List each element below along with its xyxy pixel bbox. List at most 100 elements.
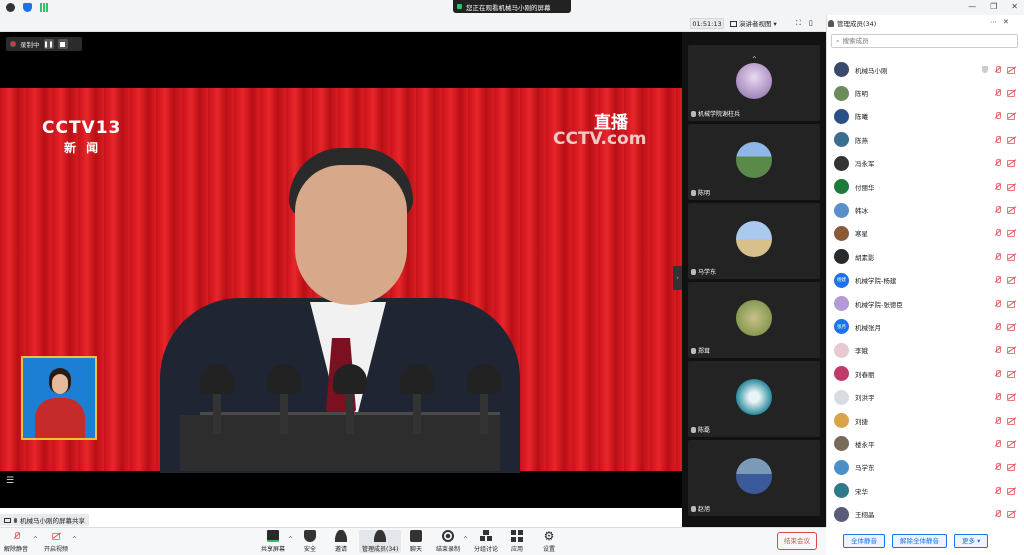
close-panel-icon[interactable]: ✕ [1003, 18, 1009, 26]
camera-off-icon[interactable] [1007, 440, 1016, 448]
video-tile[interactable]: 陈明 [688, 124, 820, 200]
microphone-off-icon[interactable] [994, 206, 1001, 214]
microphone-off-icon[interactable] [994, 135, 1001, 144]
microphone-off-icon[interactable] [994, 112, 1001, 120]
participant-row[interactable]: 李娥 [830, 339, 1020, 362]
minimize-icon[interactable]: — [968, 2, 976, 11]
camera-off-icon[interactable] [1007, 253, 1016, 261]
search-input[interactable] [842, 37, 993, 45]
camera-off-icon[interactable] [1007, 90, 1016, 98]
share-screen-button[interactable]: 共享屏幕 [261, 530, 285, 553]
invite-button[interactable]: 邀请 [335, 530, 347, 553]
camera-off-icon[interactable] [1007, 66, 1016, 74]
microphone-off-icon[interactable] [994, 89, 1001, 97]
camera-off-icon[interactable] [1007, 300, 1016, 308]
restore-icon[interactable]: ❐ [990, 2, 997, 11]
participant-row[interactable]: 陈曦 [830, 105, 1020, 128]
microphone-off-icon[interactable] [994, 439, 1001, 448]
camera-off-icon[interactable] [1007, 347, 1016, 355]
breakout-rooms-button[interactable]: 分组讨论 [474, 530, 498, 553]
participant-row[interactable]: 韩冰 [830, 198, 1020, 221]
video-tile[interactable]: 赵旭 [688, 440, 820, 516]
menu-icon[interactable]: ☰ [6, 476, 14, 486]
participant-row[interactable]: 马学东 [830, 456, 1020, 479]
view-mode-button[interactable]: 演讲者视图 ▾ [730, 18, 788, 29]
microphone-off-icon[interactable] [994, 65, 1001, 74]
camera-off-icon[interactable] [1007, 160, 1016, 168]
chevron-up-icon[interactable]: ^ [288, 536, 293, 543]
participant-row[interactable]: 机械学院-张德臣 [830, 292, 1020, 315]
camera-off-icon[interactable] [1007, 511, 1016, 519]
signal-icon[interactable] [40, 3, 49, 12]
camera-off-icon[interactable] [1007, 370, 1016, 378]
participant-row[interactable]: 宋华 [830, 479, 1020, 502]
mute-all-button[interactable]: 全体静音 [843, 534, 885, 548]
microphone-off-icon[interactable] [994, 276, 1001, 284]
participant-row[interactable]: 机械马小刚 [830, 58, 1020, 81]
participant-row[interactable]: 刘春丽 [830, 362, 1020, 385]
microphone-off-icon[interactable] [994, 416, 1001, 425]
shield-icon[interactable] [23, 3, 32, 12]
start-video-button[interactable]: 开启视频 [44, 530, 68, 553]
microphone-off-icon[interactable] [994, 463, 1001, 471]
chevron-up-icon[interactable]: ^ [463, 536, 468, 543]
microphone-off-icon[interactable] [994, 346, 1001, 354]
microphone-off-icon[interactable] [994, 182, 1001, 191]
microphone-off-icon[interactable] [994, 159, 1001, 167]
microphone-off-icon[interactable] [994, 229, 1001, 237]
gallery-collapse-handle[interactable]: › [673, 266, 682, 290]
participant-row[interactable]: 冯永军 [830, 152, 1020, 175]
video-tile[interactable]: 陈磊 [688, 361, 820, 437]
microphone-off-icon[interactable] [994, 510, 1001, 518]
participant-row[interactable]: 陈明 [830, 81, 1020, 104]
participants-button[interactable]: 管理成员(34) [359, 530, 402, 553]
stop-recording-button[interactable] [57, 39, 68, 49]
camera-off-icon[interactable] [1007, 277, 1016, 285]
close-icon[interactable]: ✕ [1011, 2, 1018, 11]
camera-off-icon[interactable] [1007, 417, 1016, 425]
participant-row[interactable]: 胡素影 [830, 245, 1020, 268]
participant-row[interactable]: 杨建 机械学院-杨建 [830, 269, 1020, 292]
sidebar-toggle-icon[interactable]: ▯ [809, 19, 813, 28]
unmute-all-button[interactable]: 解除全体静音 [892, 534, 947, 548]
camera-off-icon[interactable] [1007, 113, 1016, 121]
member-search[interactable]: ⌕ [831, 34, 1018, 48]
camera-off-icon[interactable] [1007, 207, 1016, 215]
settings-button[interactable]: ⚙ 设置 [543, 530, 555, 553]
chevron-up-icon[interactable]: ^ [33, 536, 38, 543]
camera-off-icon[interactable] [1007, 394, 1016, 402]
more-button[interactable]: 更多 ▾ [954, 534, 989, 548]
pause-recording-button[interactable]: ❚❚ [43, 39, 54, 49]
participant-row[interactable]: 陈燕 [830, 128, 1020, 151]
stop-recording-button[interactable]: 结束录制 [436, 530, 460, 553]
camera-off-icon[interactable] [1007, 323, 1016, 331]
camera-off-icon[interactable] [1007, 487, 1016, 495]
participant-row[interactable]: 楼永平 [830, 432, 1020, 455]
microphone-off-icon[interactable] [994, 252, 1001, 261]
participant-row[interactable]: 王栩晶 [830, 502, 1020, 525]
chevron-up-icon[interactable]: ^ [72, 536, 77, 543]
chat-button[interactable]: 聊天 [410, 530, 422, 553]
microphone-off-icon[interactable] [994, 299, 1001, 308]
apps-button[interactable]: 应用 [511, 530, 523, 553]
video-tile[interactable]: 郑茸 [688, 282, 820, 358]
participant-row[interactable]: 刘捷 [830, 409, 1020, 432]
camera-off-icon[interactable] [1007, 230, 1016, 238]
end-meeting-button[interactable]: 结束会议 [777, 532, 817, 550]
camera-off-icon[interactable] [1007, 136, 1016, 144]
participant-row[interactable]: 张月 机械张月 [830, 315, 1020, 338]
camera-off-icon[interactable] [1007, 183, 1016, 191]
unmute-button[interactable]: 解除静音 [4, 530, 28, 553]
info-icon[interactable] [6, 3, 15, 12]
security-button[interactable]: 安全 [304, 530, 316, 553]
participant-row[interactable]: 寒星 [830, 222, 1020, 245]
participant-row[interactable]: 付丽华 [830, 175, 1020, 198]
microphone-off-icon[interactable] [994, 393, 1001, 401]
video-tile[interactable]: 马学东 [688, 203, 820, 279]
more-options-icon[interactable]: ⋯ [990, 18, 997, 26]
microphone-off-icon[interactable] [994, 369, 1001, 378]
share-notice[interactable]: 您正在观看机械马小刚的屏幕 [453, 0, 571, 13]
participant-row[interactable]: 刘洪宇 [830, 385, 1020, 408]
microphone-off-icon[interactable] [994, 322, 1001, 331]
camera-off-icon[interactable] [1007, 464, 1016, 472]
